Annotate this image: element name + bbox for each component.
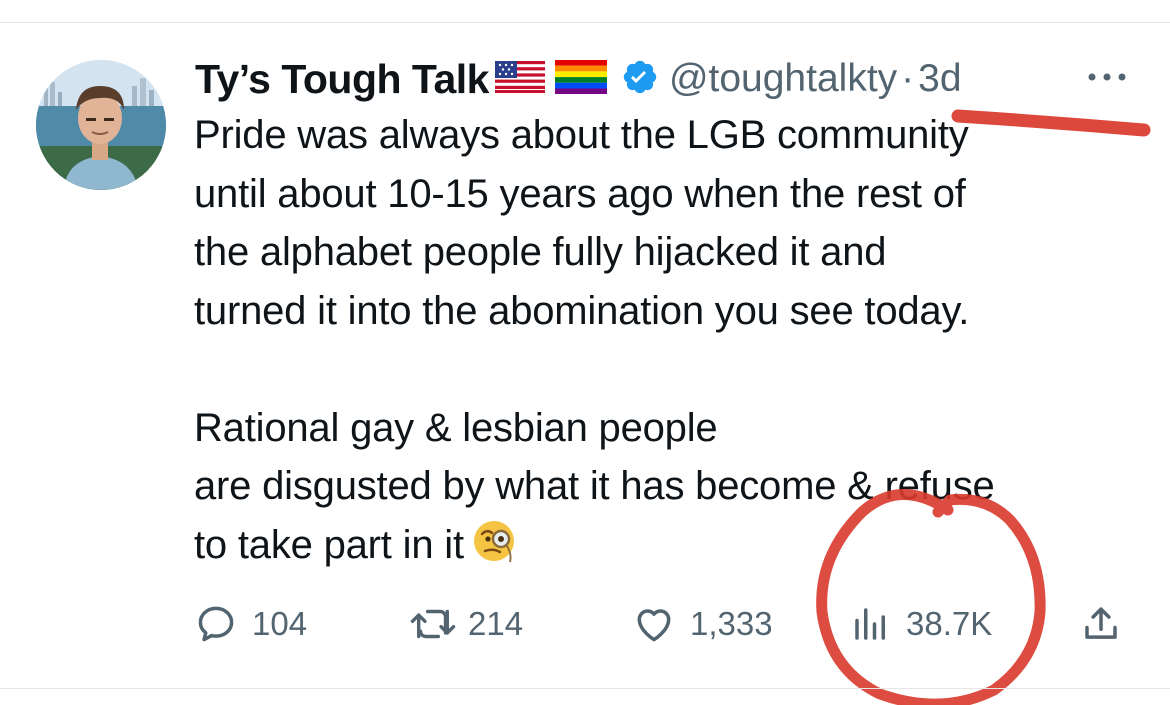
top-divider [0,22,1170,23]
separator-dot: · [901,57,915,100]
display-name[interactable]: Ty’s Tough Talk [195,56,489,103]
bottom-divider [0,688,1170,689]
tweet-line: turned it into the abomination you see t… [194,288,970,333]
more-options-button[interactable] [1082,62,1132,92]
like-count: 1,333 [690,605,773,642]
us-flag-icon [494,60,545,98]
reply-count: 104 [252,605,308,642]
verified-badge-icon[interactable] [621,58,659,101]
tweet-line: to take part in it [194,522,464,567]
like-button[interactable]: 1,333 [632,596,773,652]
tweet-last-line: to take part in it [194,516,1134,581]
tweet-line: Pride was always about the LGB community [194,113,969,157]
analytics-icon [855,608,885,640]
reply-icon [198,606,234,642]
tweet-line: are disgusted by what it has become & re… [194,464,995,508]
reply-button[interactable]: 104 [194,596,307,652]
rainbow-flag-icon [554,59,607,99]
view-count: 38.7K [906,605,993,642]
avatar[interactable] [36,60,166,190]
share-icon [1085,607,1117,639]
tweet-line: until about 10-15 years ago when the res… [194,171,966,216]
heart-icon [637,609,671,642]
tweet-actions: 104 214 1,333 38.7K [0,596,1170,652]
tweet-line: Rational gay & lesbian people [194,405,718,450]
user-handle[interactable]: @toughtalkty [669,57,897,101]
retweet-count: 214 [468,605,524,642]
tweet-text: Pride was always about the LGB community… [194,106,1134,580]
monocle-face-emoji-icon [472,518,518,581]
tweet-line: the alphabet people fully hijacked it an… [194,230,887,274]
tweet-timestamp[interactable]: 3d [918,57,961,101]
retweet-icon [410,609,456,639]
share-button[interactable] [1080,596,1122,652]
tweet-header: Ty’s Tough Talk @toughtalkty · 3d [195,56,962,102]
more-dots-icon [1088,73,1126,81]
retweet-button[interactable]: 214 [408,596,523,652]
views-button[interactable]: 38.7K [850,596,992,652]
